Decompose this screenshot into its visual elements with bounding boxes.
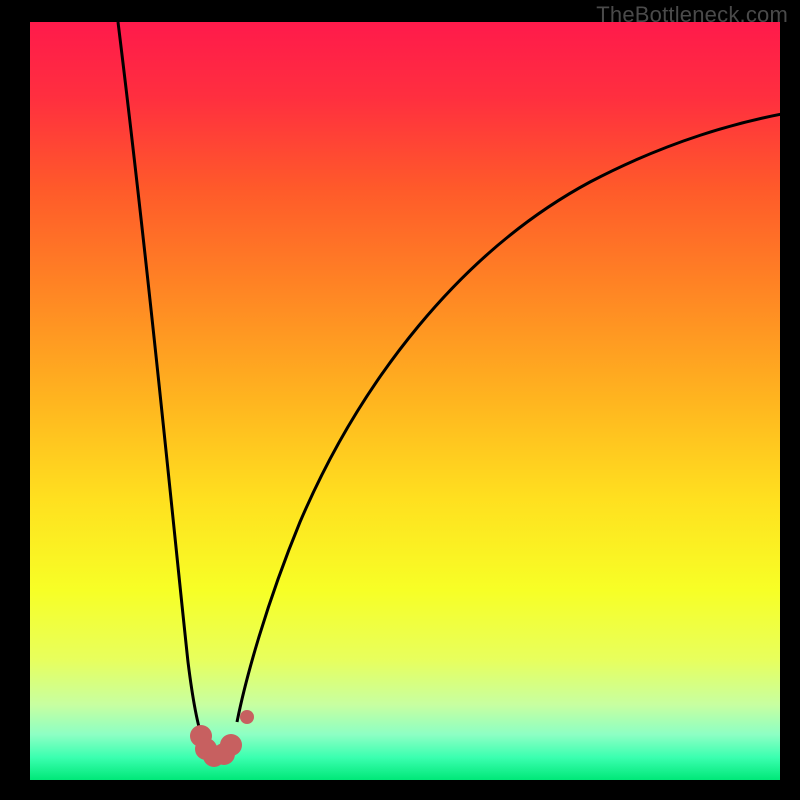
marker-dot — [220, 734, 242, 756]
chart-frame: TheBottleneck.com — [0, 0, 800, 800]
chart-svg — [30, 22, 780, 780]
marker-dot — [240, 710, 254, 724]
gradient-background — [30, 22, 780, 780]
plot-area — [30, 22, 780, 780]
watermark-text: TheBottleneck.com — [596, 2, 788, 28]
